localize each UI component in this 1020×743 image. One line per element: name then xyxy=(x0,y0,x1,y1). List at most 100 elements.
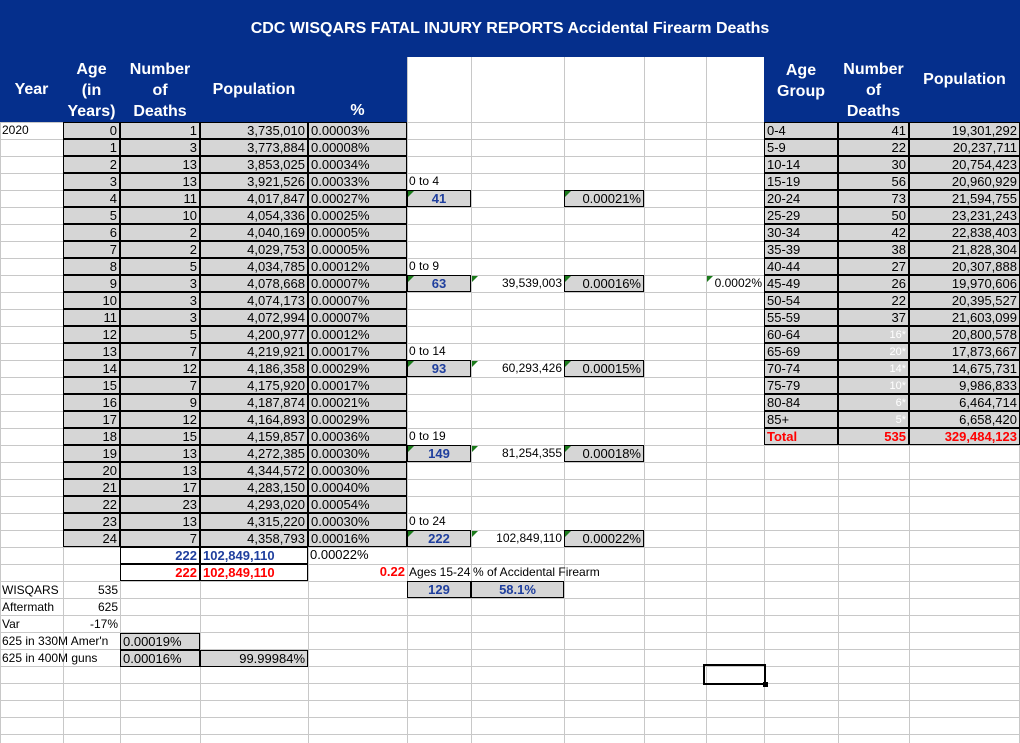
age-cell[interactable]: 20 xyxy=(63,462,120,479)
right-deaths-cell[interactable]: 6* xyxy=(838,394,909,411)
percent-cell[interactable]: 0.00012% xyxy=(308,258,407,275)
deaths-cell[interactable]: 5 xyxy=(120,258,200,275)
deaths-cell[interactable]: 7 xyxy=(120,343,200,360)
right-deaths-cell[interactable]: 37 xyxy=(838,309,909,326)
right-deaths-cell[interactable]: 20* xyxy=(838,343,909,360)
subtotal-deaths-red[interactable]: 222 xyxy=(120,564,200,581)
deaths-cell[interactable]: 11 xyxy=(120,190,200,207)
age-cell[interactable]: 8 xyxy=(63,258,120,275)
percent-cell[interactable]: 0.00017% xyxy=(308,343,407,360)
group-percent[interactable]: 0.00022% xyxy=(564,530,644,547)
right-deaths-cell[interactable]: 50 xyxy=(838,207,909,224)
percent-cell[interactable]: 0.00054% xyxy=(308,496,407,513)
age-cell[interactable]: 19 xyxy=(63,445,120,462)
age-cell[interactable]: 6 xyxy=(63,224,120,241)
age-cell[interactable]: 13 xyxy=(63,343,120,360)
deaths-cell[interactable]: 13 xyxy=(120,462,200,479)
right-deaths-cell[interactable]: 42 xyxy=(838,224,909,241)
population-cell[interactable]: 4,054,336 xyxy=(200,207,308,224)
total-label[interactable]: Total xyxy=(764,428,838,445)
right-deaths-cell[interactable]: 22 xyxy=(838,292,909,309)
group-deaths[interactable]: 63 xyxy=(407,275,471,292)
right-population-cell[interactable]: 9,986,833 xyxy=(909,377,1020,394)
population-cell[interactable]: 4,219,921 xyxy=(200,343,308,360)
population-cell[interactable]: 4,034,785 xyxy=(200,258,308,275)
subtotal-population-blue[interactable]: 102,849,110 xyxy=(200,547,308,564)
deaths-cell[interactable]: 12 xyxy=(120,411,200,428)
group-population[interactable]: 39,539,003 xyxy=(471,275,564,292)
deaths-cell[interactable]: 10 xyxy=(120,207,200,224)
percent-cell[interactable]: 0.00012% xyxy=(308,326,407,343)
percent-cell[interactable]: 0.00008% xyxy=(308,139,407,156)
guns-remainder[interactable]: 99.99984% xyxy=(200,650,308,667)
population-cell[interactable]: 4,293,020 xyxy=(200,496,308,513)
population-cell[interactable]: 4,283,150 xyxy=(200,479,308,496)
right-deaths-cell[interactable]: 26 xyxy=(838,275,909,292)
side-percent[interactable]: 0.0002% xyxy=(706,275,764,292)
age-group-cell[interactable]: 75-79 xyxy=(764,377,838,394)
right-population-cell[interactable]: 6,658,420 xyxy=(909,411,1020,428)
group-population[interactable]: 81,254,355 xyxy=(471,445,564,462)
age-group-cell[interactable]: 65-69 xyxy=(764,343,838,360)
group-percent[interactable]: 0.00018% xyxy=(564,445,644,462)
right-population-cell[interactable]: 20,307,888 xyxy=(909,258,1020,275)
age-cell[interactable]: 14 xyxy=(63,360,120,377)
age-group-cell[interactable]: 40-44 xyxy=(764,258,838,275)
age-cell[interactable]: 22 xyxy=(63,496,120,513)
right-deaths-cell[interactable]: 22 xyxy=(838,139,909,156)
percent-cell[interactable]: 0.00029% xyxy=(308,411,407,428)
age-cell[interactable]: 7 xyxy=(63,241,120,258)
percent-cell[interactable]: 0.00025% xyxy=(308,207,407,224)
age-group-cell[interactable]: 85+ xyxy=(764,411,838,428)
deaths-cell[interactable]: 3 xyxy=(120,292,200,309)
total-deaths[interactable]: 535 xyxy=(838,428,909,445)
population-cell[interactable]: 4,164,893 xyxy=(200,411,308,428)
deaths-cell[interactable]: 17 xyxy=(120,479,200,496)
population-cell[interactable]: 4,029,753 xyxy=(200,241,308,258)
deaths-cell[interactable]: 12 xyxy=(120,360,200,377)
deaths-cell[interactable]: 3 xyxy=(120,275,200,292)
age-group-cell[interactable]: 25-29 xyxy=(764,207,838,224)
total-population[interactable]: 329,484,123 xyxy=(909,428,1020,445)
percent-cell[interactable]: 0.00005% xyxy=(308,224,407,241)
age-group-cell[interactable]: 70-74 xyxy=(764,360,838,377)
age-cell[interactable]: 16 xyxy=(63,394,120,411)
population-cell[interactable]: 3,773,884 xyxy=(200,139,308,156)
right-population-cell[interactable]: 21,594,755 xyxy=(909,190,1020,207)
right-population-cell[interactable]: 20,800,578 xyxy=(909,326,1020,343)
right-population-cell[interactable]: 20,395,527 xyxy=(909,292,1020,309)
right-population-cell[interactable]: 19,970,606 xyxy=(909,275,1020,292)
population-cell[interactable]: 4,187,874 xyxy=(200,394,308,411)
percent-cell[interactable]: 0.00040% xyxy=(308,479,407,496)
age-group-cell[interactable]: 0-4 xyxy=(764,122,838,139)
percent-cell[interactable]: 0.00017% xyxy=(308,377,407,394)
ages-15-24-deaths[interactable]: 129 xyxy=(407,581,471,598)
right-deaths-cell[interactable]: 56 xyxy=(838,173,909,190)
population-cell[interactable]: 3,853,025 xyxy=(200,156,308,173)
subtotal-ratio-red[interactable]: 0.22 xyxy=(308,564,407,581)
age-group-cell[interactable]: 5-9 xyxy=(764,139,838,156)
right-deaths-cell[interactable]: 10* xyxy=(838,377,909,394)
age-cell[interactable]: 5 xyxy=(63,207,120,224)
ages-15-24-label[interactable]: Ages 15-24 xyxy=(407,564,471,581)
age-cell[interactable]: 0 xyxy=(63,122,120,139)
year-cell[interactable]: 2020 xyxy=(0,122,63,139)
population-cell[interactable]: 4,272,385 xyxy=(200,445,308,462)
right-population-cell[interactable]: 20,960,929 xyxy=(909,173,1020,190)
ages-15-24-share[interactable]: 58.1% xyxy=(471,581,564,598)
population-cell[interactable]: 3,735,010 xyxy=(200,122,308,139)
age-cell[interactable]: 15 xyxy=(63,377,120,394)
population-cell[interactable]: 4,078,668 xyxy=(200,275,308,292)
percent-cell[interactable]: 0.00016% xyxy=(308,530,407,547)
age-cell[interactable]: 4 xyxy=(63,190,120,207)
right-population-cell[interactable]: 19,301,292 xyxy=(909,122,1020,139)
percent-cell[interactable]: 0.00030% xyxy=(308,462,407,479)
group-population[interactable]: 102,849,110 xyxy=(471,530,564,547)
age-cell[interactable]: 18 xyxy=(63,428,120,445)
deaths-cell[interactable]: 3 xyxy=(120,139,200,156)
population-cell[interactable]: 4,186,358 xyxy=(200,360,308,377)
group-percent[interactable]: 0.00015% xyxy=(564,360,644,377)
group-deaths[interactable]: 149 xyxy=(407,445,471,462)
age-group-cell[interactable]: 20-24 xyxy=(764,190,838,207)
group-label[interactable]: 0 to 24 xyxy=(407,513,471,530)
